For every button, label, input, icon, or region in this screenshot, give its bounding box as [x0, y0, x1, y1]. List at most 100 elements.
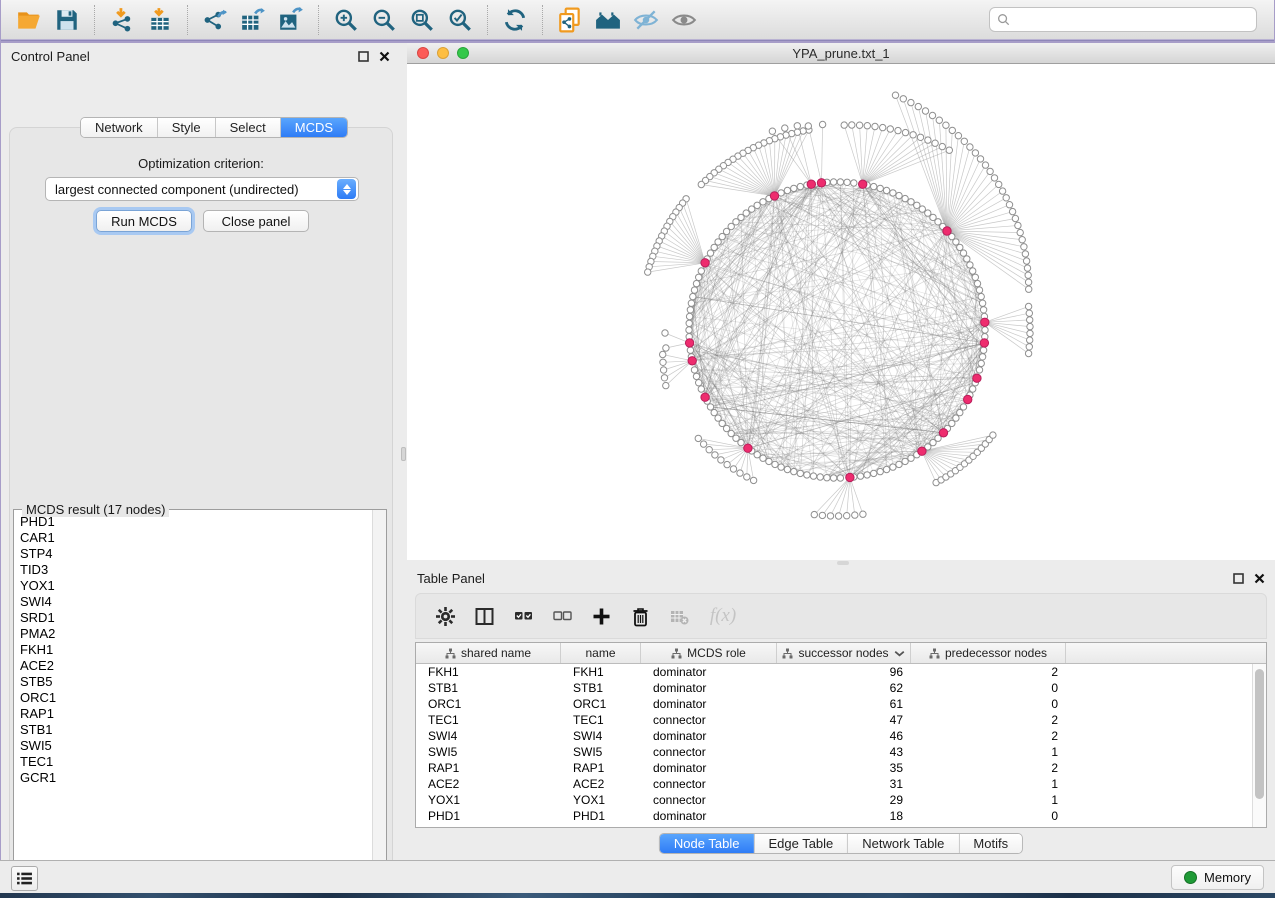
memory-button[interactable]: Memory [1171, 865, 1264, 890]
scrollbar-thumb[interactable] [1255, 669, 1264, 799]
export-network-button[interactable] [196, 3, 234, 37]
export-network-icon [202, 7, 228, 33]
mcds-result-item[interactable]: SRD1 [14, 610, 372, 626]
mcds-result-item[interactable]: STP4 [14, 546, 372, 562]
first-neighbors-button[interactable] [589, 3, 627, 37]
table-row[interactable]: SWI4SWI4dominator462 [416, 728, 1252, 744]
float-panel-icon[interactable] [1233, 573, 1244, 584]
run-mcds-button[interactable]: Run MCDS [96, 210, 192, 232]
column-header-shared-name[interactable]: shared name [416, 643, 561, 663]
table-tab-network-table[interactable]: Network Table [847, 834, 958, 853]
folder-open-icon [16, 7, 42, 33]
mcds-result-item[interactable]: SWI5 [14, 738, 372, 754]
tab-network[interactable]: Network [81, 118, 157, 137]
mcds-result-item[interactable]: SWI4 [14, 594, 372, 610]
tab-mcds[interactable]: MCDS [280, 118, 347, 137]
zoom-selected-button[interactable] [441, 3, 479, 37]
close-panel-icon[interactable] [379, 51, 390, 62]
mcds-result-item[interactable]: PMA2 [14, 626, 372, 642]
delete-table-button [664, 601, 694, 631]
table-row[interactable]: STB1STB1dominator620 [416, 680, 1252, 696]
table-row[interactable]: SWI5SWI5connector431 [416, 744, 1252, 760]
table-scrollbar[interactable] [1252, 664, 1266, 827]
table-row[interactable]: TEC1TEC1connector472 [416, 712, 1252, 728]
column-header-successor-nodes[interactable]: successor nodes [777, 643, 911, 663]
task-history-button[interactable] [11, 866, 38, 891]
cell-name: SWI5 [561, 745, 641, 759]
import-table-button[interactable] [141, 3, 179, 37]
mcds-result-item[interactable]: STB5 [14, 674, 372, 690]
export-table-button[interactable] [234, 3, 272, 37]
column-header-MCDS-role[interactable]: MCDS role [641, 643, 777, 663]
tab-style[interactable]: Style [157, 118, 215, 137]
mcds-result-list: PHD1CAR1STP4TID3YOX1SWI4SRD1PMA2FKH1ACE2… [14, 514, 372, 880]
mcds-result-groupbox: MCDS result (17 nodes) PHD1CAR1STP4TID3Y… [13, 509, 387, 881]
desktop-background [0, 893, 1275, 898]
search-input[interactable] [1015, 12, 1249, 27]
save-session-button[interactable] [48, 3, 86, 37]
table-tab-edge-table[interactable]: Edge Table [753, 834, 847, 853]
zoom-fit-button[interactable] [403, 3, 441, 37]
table-settings-button[interactable] [430, 601, 460, 631]
mcds-result-item[interactable]: ACE2 [14, 658, 372, 674]
cell-shared-name: FKH1 [416, 665, 561, 679]
network-window-titlebar[interactable]: YPA_prune.txt_1 [407, 43, 1275, 64]
cell-shared-name: SWI5 [416, 745, 561, 759]
table-row[interactable]: ORC1ORC1dominator610 [416, 696, 1252, 712]
memory-status-icon [1184, 871, 1197, 884]
close-panel-button[interactable]: Close panel [203, 210, 309, 232]
mcds-result-item[interactable]: RAP1 [14, 706, 372, 722]
mcds-list-scrollbar[interactable] [372, 510, 386, 880]
vertical-splitter[interactable] [400, 43, 407, 860]
cell-MCDS-role: connector [641, 713, 777, 727]
cell-name: SWI4 [561, 729, 641, 743]
plus-icon [591, 606, 612, 627]
splitter-grip[interactable] [401, 447, 406, 461]
mcds-result-item[interactable]: TEC1 [14, 754, 372, 770]
column-header-predecessor-nodes[interactable]: predecessor nodes [911, 643, 1066, 663]
tab-select[interactable]: Select [215, 118, 280, 137]
mcds-result-item[interactable]: YOX1 [14, 578, 372, 594]
export-image-button[interactable] [272, 3, 310, 37]
cell-name: ACE2 [561, 777, 641, 791]
network-graph[interactable] [407, 64, 1275, 560]
table-row[interactable]: PHD1PHD1dominator180 [416, 808, 1252, 824]
search-icon [997, 13, 1010, 26]
list-icon [16, 871, 33, 886]
mcds-result-item[interactable]: CAR1 [14, 530, 372, 546]
mcds-result-item[interactable]: PHD1 [14, 514, 372, 530]
table-tab-node-table[interactable]: Node Table [660, 834, 754, 853]
network-canvas[interactable] [407, 64, 1275, 560]
add-column-button[interactable] [586, 601, 616, 631]
mcds-result-item[interactable]: FKH1 [14, 642, 372, 658]
search-box[interactable] [989, 7, 1257, 32]
table-row[interactable]: YOX1YOX1connector291 [416, 792, 1252, 808]
column-header-name[interactable]: name [561, 643, 641, 663]
mcds-result-item[interactable]: STB1 [14, 722, 372, 738]
import-network-button[interactable] [103, 3, 141, 37]
mcds-result-item[interactable]: ORC1 [14, 690, 372, 706]
table-tab-motifs[interactable]: Motifs [958, 834, 1022, 853]
show-all-button[interactable] [665, 3, 703, 37]
table-row[interactable]: ACE2ACE2connector311 [416, 776, 1252, 792]
mcds-result-item[interactable]: GCR1 [14, 770, 372, 786]
cell-name: TEC1 [561, 713, 641, 727]
close-panel-icon[interactable] [1254, 573, 1265, 584]
deselect-all-button[interactable] [547, 601, 577, 631]
delete-column-button[interactable] [625, 601, 655, 631]
table-row[interactable]: FKH1FKH1dominator962 [416, 664, 1252, 680]
duplicate-network-button[interactable] [551, 3, 589, 37]
hide-selected-button[interactable] [627, 3, 665, 37]
open-file-button[interactable] [10, 3, 48, 37]
mcds-result-item[interactable]: TID3 [14, 562, 372, 578]
float-panel-icon[interactable] [358, 51, 369, 62]
show-columns-button[interactable] [469, 601, 499, 631]
zoom-out-button[interactable] [365, 3, 403, 37]
select-all-button[interactable] [508, 601, 538, 631]
zoom-in-button[interactable] [327, 3, 365, 37]
criterion-select[interactable]: largest connected component (undirected) [45, 177, 359, 201]
table-tabs: Node TableEdge TableNetwork TableMotifs [659, 833, 1023, 854]
refresh-layout-button[interactable] [496, 3, 534, 37]
table-row[interactable]: RAP1RAP1dominator352 [416, 760, 1252, 776]
cell-shared-name: ACE2 [416, 777, 561, 791]
